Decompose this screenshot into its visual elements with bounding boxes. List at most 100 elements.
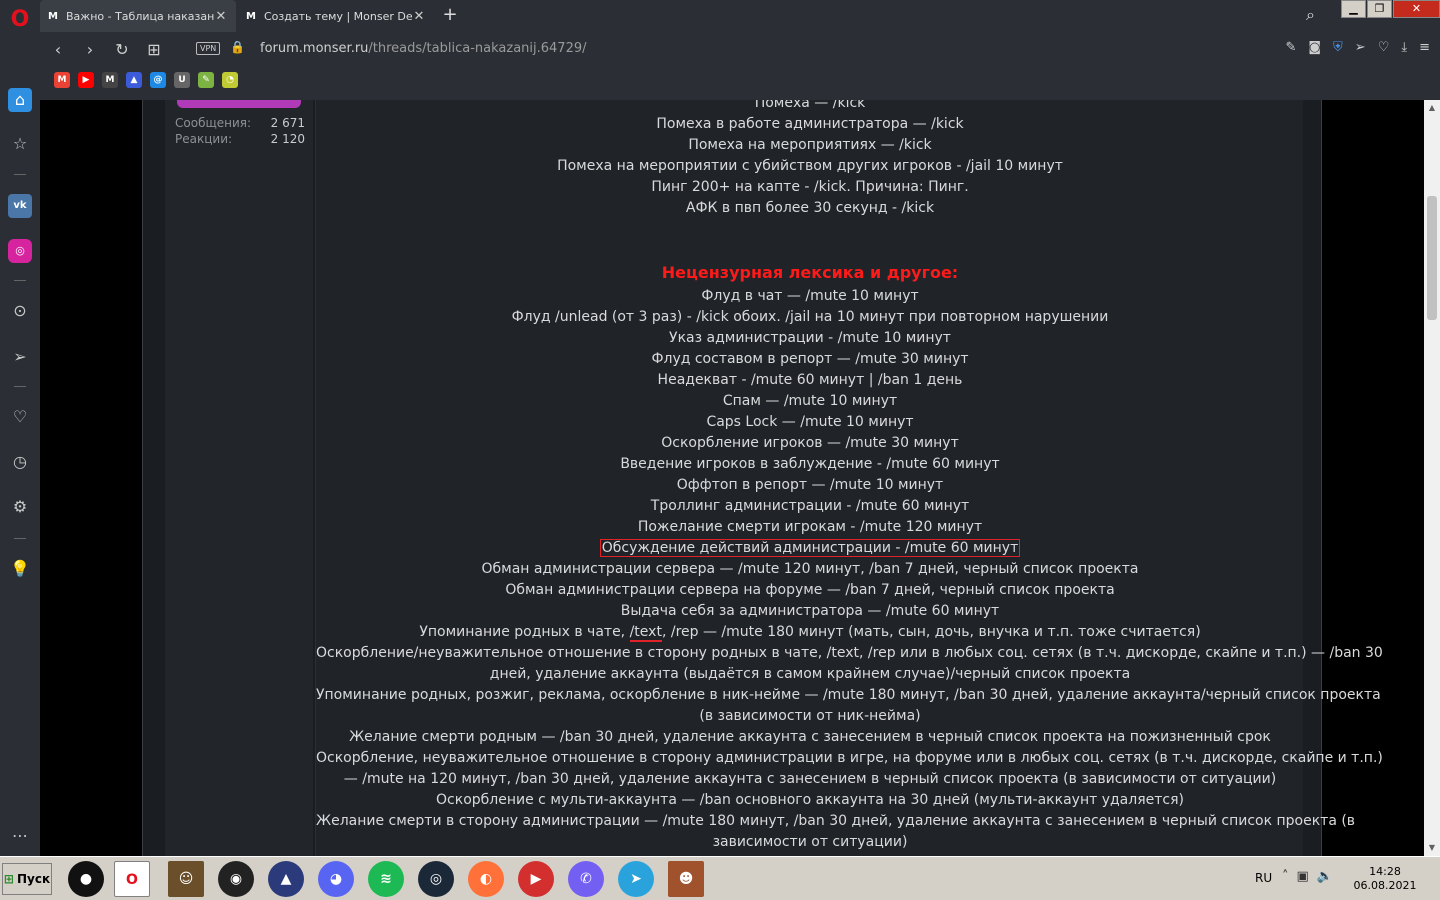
bookmark-gmail-icon[interactable]: M [54, 72, 70, 88]
bookmark-email-icon[interactable]: @ [150, 72, 166, 88]
taskbar-obs-icon[interactable]: ◉ [218, 861, 254, 897]
bookmark-youtube-icon[interactable]: ▶ [78, 72, 94, 88]
network-icon[interactable]: ▣ [1297, 869, 1309, 884]
scroll-down-icon[interactable]: ▼ [1424, 840, 1440, 856]
bookmark-pie-icon[interactable]: ◔ [222, 72, 238, 88]
lock-icon[interactable]: 🔒 [230, 40, 245, 54]
star-icon[interactable]: ☆ [8, 132, 32, 156]
tab-title: Создать тему | Monser Death [264, 9, 412, 23]
taskbar-telegram-icon[interactable]: ➤ [618, 861, 654, 897]
clock[interactable]: 14:28 06.08.2021 [1352, 865, 1418, 893]
vpn-badge[interactable]: VPN [196, 42, 221, 55]
taskbar-media-player-icon[interactable]: ▶ [518, 861, 554, 897]
download-icon[interactable]: ⤓ [1401, 40, 1407, 55]
clock-time: 14:28 [1369, 865, 1401, 878]
opera-menu-button[interactable]: O [8, 8, 32, 32]
home-icon[interactable]: ⌂ [8, 88, 32, 112]
taskbar-discord-icon[interactable]: ◕ [318, 861, 354, 897]
close-window-button[interactable]: ✕ [1393, 0, 1440, 18]
highlighted-rule-row: Обсуждение действий администрации - /mut… [316, 538, 1304, 559]
rule-line: Выдача себя за администратора — /mute 60… [620, 603, 1000, 619]
rule-line: Указ администрации - /mute 10 минут [669, 330, 951, 346]
close-tab-icon[interactable]: ✕ [214, 9, 228, 24]
restore-button[interactable]: ❐ [1367, 0, 1392, 18]
section-heading: Нецензурная лексика и другое: [661, 263, 959, 282]
rule-line: Оскорбление игроков — /mute 30 минут [661, 435, 959, 451]
windows-flag-icon: ⊞ [3, 872, 14, 886]
bookmark-monser-icon[interactable]: M [102, 72, 118, 88]
tab-title: Важно - Таблица наказаний [66, 9, 214, 23]
stat-value: 2 120 [270, 132, 305, 146]
start-button[interactable]: ⊞ Пуск [2, 863, 52, 895]
monser-favicon-icon: M [246, 10, 256, 22]
shield-icon[interactable]: ⛨ [1333, 40, 1343, 55]
spellcheck-word: /text [629, 624, 662, 642]
windows-taskbar: ⊞ Пуск ● O ☺ ◉ ▲ ◕ ≋ ◎ ◐ ▶ ✆ ➤ ☻ RU ˄ ▣ … [0, 856, 1440, 900]
taskbar-steam-icon[interactable]: ◎ [418, 861, 454, 897]
instagram-icon[interactable]: ◎ [8, 239, 32, 263]
player-icon[interactable]: ⊙ [8, 299, 32, 323]
stat-value: 2 671 [270, 116, 305, 130]
sidebar-divider [14, 280, 26, 281]
edit-icon[interactable]: ✎ [1285, 40, 1296, 55]
send-icon[interactable]: ➢ [1355, 40, 1366, 55]
taskbar-spotify-icon[interactable]: ≋ [368, 861, 404, 897]
scroll-up-icon[interactable]: ▲ [1424, 100, 1440, 116]
monser-favicon-icon: M [48, 10, 58, 22]
bookmark-ur-icon[interactable]: U [174, 72, 190, 88]
minimize-button[interactable]: ▁ [1341, 0, 1366, 18]
rule-line: Помеха на мероприятиях — /kick [688, 137, 932, 153]
reload-icon[interactable]: ↻ [110, 38, 134, 62]
rule-line: — /mute на 120 минут, /ban 30 дней, удал… [343, 771, 1277, 787]
rule-line: Троллинг администрации - /mute 60 минут [650, 498, 970, 514]
address-bar[interactable]: forum.monser.ru/threads/tablica-nakazani… [260, 41, 587, 56]
forward-icon[interactable]: › [78, 38, 102, 62]
send-icon[interactable]: ➢ [8, 345, 32, 369]
taskbar-arma-icon[interactable]: ▲ [268, 861, 304, 897]
taskbar-avatar-app-icon[interactable]: ☺ [168, 861, 204, 897]
rule-line: Обман администрации сервера — /mute 120 … [481, 561, 1139, 577]
taskbar-game-avatar-icon[interactable]: ☻ [668, 861, 704, 897]
close-tab-icon[interactable]: ✕ [412, 9, 426, 24]
language-indicator[interactable]: RU [1255, 871, 1272, 885]
tabs-grid-icon[interactable]: ⊞ [142, 38, 166, 62]
taskbar-viber-icon[interactable]: ✆ [568, 861, 604, 897]
forum-post-container: Сообщения: 2 671 Реакции: 2 120 Помеха —… [142, 100, 1383, 856]
volume-icon[interactable]: 🔈 [1317, 869, 1333, 884]
page-scrollbar[interactable]: ▲ ▼ [1424, 100, 1440, 856]
browser-chrome: O M Важно - Таблица наказаний ✕ M Создат… [0, 0, 1440, 100]
history-icon[interactable]: ◷ [8, 450, 32, 474]
camera-icon[interactable]: ◙ [1308, 40, 1321, 55]
stat-messages: Сообщения: 2 671 [175, 116, 305, 130]
gear-icon[interactable]: ⚙ [8, 495, 32, 519]
new-tab-button[interactable]: + [440, 5, 460, 25]
taskbar-opera-icon[interactable]: O [114, 861, 150, 897]
menu-icon[interactable]: ≡ [1419, 40, 1430, 55]
post-user-panel: Сообщения: 2 671 Реакции: 2 120 [165, 100, 313, 856]
tab-active[interactable]: M Важно - Таблица наказаний ✕ [40, 0, 236, 32]
scroll-thumb[interactable] [1427, 196, 1437, 320]
back-icon[interactable]: ‹ [46, 38, 70, 62]
bookmark-leaf-icon[interactable]: ✎ [198, 72, 214, 88]
start-label: Пуск [16, 872, 51, 886]
rule-line: Оскорбление, неуважительное отношение в … [316, 750, 1383, 766]
search-tabs-icon[interactable]: ⌕ [1306, 5, 1315, 25]
tab-create-topic[interactable]: M Создать тему | Monser Death ✕ [238, 0, 434, 32]
more-icon[interactable]: ⋯ [8, 824, 32, 848]
window-controls: ▁ ❐ ✕ [1340, 0, 1440, 20]
tray-expand-icon[interactable]: ˄ [1282, 869, 1289, 884]
toolbar-right: ✎ ◙ ⛨ ➢ ♡ ⤓ ≡ [1285, 40, 1430, 55]
heart-icon[interactable]: ♡ [1378, 40, 1390, 55]
rule-line: Caps Lock — /mute 10 минут [706, 414, 914, 430]
taskbar-recorder-icon[interactable]: ● [68, 861, 104, 897]
sidebar-divider [14, 174, 26, 175]
lightbulb-icon[interactable]: 💡 [8, 557, 32, 581]
rule-line: Помеха в работе администратора — /kick [656, 116, 964, 132]
heart-icon[interactable]: ♡ [8, 405, 32, 429]
bookmark-arcgis-icon[interactable]: ▲ [126, 72, 142, 88]
rule-line: Неадекват - /mute 60 минут | /ban 1 день [657, 372, 963, 388]
taskbar-firefox-icon[interactable]: ◐ [468, 861, 504, 897]
bookmarks-bar: M ▶ M ▲ @ U ✎ ◔ [54, 72, 238, 88]
post-body: Помеха — /kick Помеха в работе администр… [315, 100, 1383, 856]
vk-icon[interactable]: vk [8, 194, 32, 218]
